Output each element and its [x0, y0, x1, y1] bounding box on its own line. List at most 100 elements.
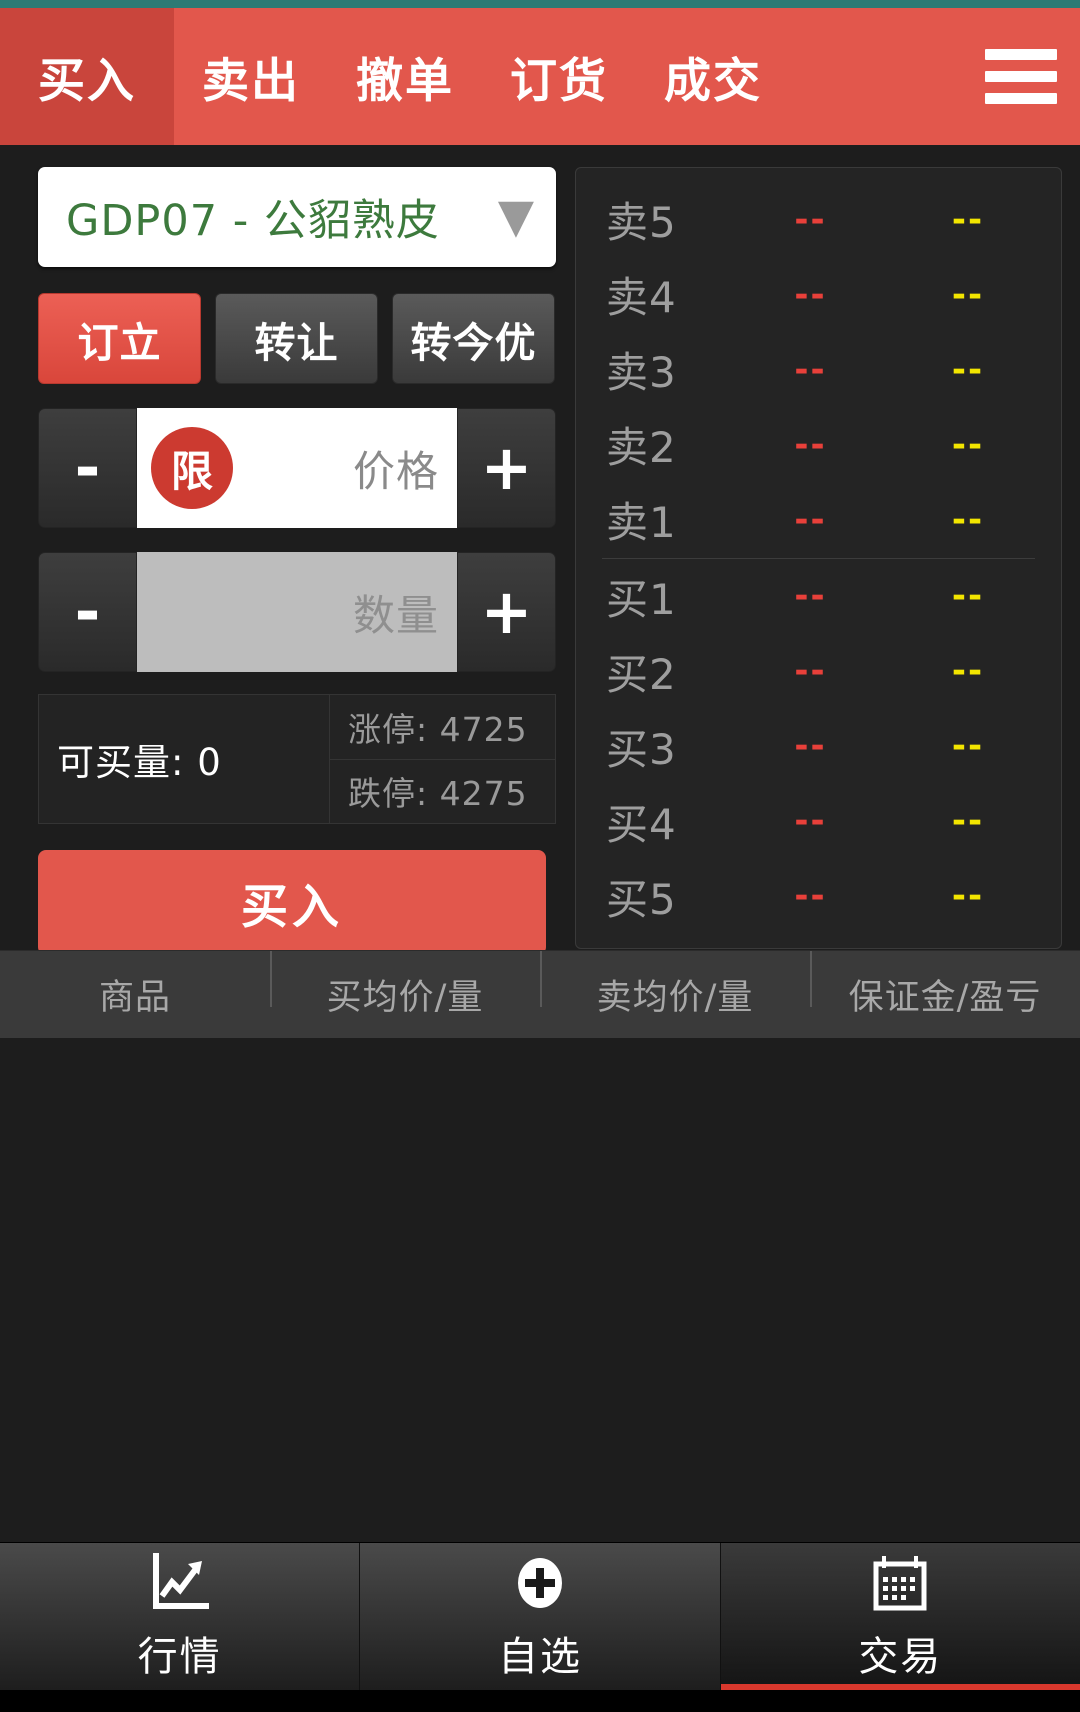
price-input[interactable]: 限 价格 — [137, 408, 457, 528]
order-book-volume: -- — [951, 424, 985, 465]
tab-trades[interactable]: 成交 — [636, 8, 790, 145]
price-limits: 涨停: 4725 跌停: 4275 — [329, 695, 555, 823]
available-quantity: 可买量: 0 — [39, 695, 329, 823]
tab-cancel-order[interactable]: 撤单 — [328, 8, 482, 145]
positions-table-body — [0, 1038, 1080, 1542]
limit-order-badge-icon: 限 — [151, 427, 233, 509]
quantity-input[interactable]: 数量 — [137, 552, 457, 672]
order-info-box: 可买量: 0 涨停: 4725 跌停: 4275 — [38, 694, 556, 824]
order-book-buy-section: 买1 -- -- 买2 -- -- 买3 -- -- 买4 -- -- 买5 -… — [576, 559, 1061, 935]
order-book-volume: -- — [951, 499, 985, 540]
bottom-nav-watchlist-label: 自选 — [497, 1633, 582, 1680]
available-quantity-label: 可买量: 0 — [57, 741, 222, 784]
order-type-zhuanrang-label: 转让 — [254, 318, 339, 367]
instrument-selector[interactable]: GDP07 - 公貂熟皮 ▼ — [38, 167, 556, 267]
tab-orders-label: 订货 — [510, 54, 608, 109]
order-book-price: -- — [794, 576, 827, 617]
order-book-volume: -- — [951, 801, 985, 842]
order-book-level-label: 卖5 — [606, 198, 677, 248]
status-strip — [0, 0, 1080, 8]
chart-line-icon — [152, 1552, 209, 1609]
column-header-margin-pnl: 保证金/盈亏 — [810, 951, 1080, 1020]
order-type-row: 订立 转让 转今优 — [38, 293, 575, 384]
price-increment-button[interactable]: + — [457, 408, 556, 528]
column-header-buy-avg-qty: 买均价/量 — [270, 951, 540, 1020]
limit-order-badge-label: 限 — [170, 446, 213, 496]
tab-buy[interactable]: 买入 — [0, 8, 174, 145]
tab-sell[interactable]: 卖出 — [174, 8, 328, 145]
order-book-level-label: 卖3 — [606, 348, 677, 398]
order-book-volume: -- — [951, 651, 985, 692]
minus-icon: - — [74, 431, 101, 505]
quantity-stepper: - 数量 + — [38, 552, 556, 672]
trade-body: GDP07 - 公貂熟皮 ▼ 订立 转让 转今优 - 限 价格 + - 数量 +… — [0, 145, 1080, 955]
plus-circle-icon — [517, 1557, 562, 1608]
price-input-placeholder: 价格 — [352, 446, 439, 496]
order-book-sell-section: 卖5 -- -- 卖4 -- -- 卖3 -- -- 卖2 -- -- 卖1 -… — [576, 182, 1061, 558]
order-type-zhuanrang-button[interactable]: 转让 — [215, 293, 378, 384]
order-book-level-label: 买4 — [606, 799, 677, 849]
tab-trades-label: 成交 — [664, 54, 762, 109]
plus-icon: + — [480, 431, 533, 505]
order-book-row[interactable]: 卖4 -- -- — [576, 257, 1061, 332]
order-book-level-label: 买3 — [606, 724, 677, 774]
quantity-increment-button[interactable]: + — [457, 552, 556, 672]
order-book-row[interactable]: 卖3 -- -- — [576, 332, 1061, 407]
quantity-input-placeholder: 数量 — [352, 590, 439, 640]
order-book-row[interactable]: 卖5 -- -- — [576, 182, 1061, 257]
order-type-dingli-label: 订立 — [77, 318, 162, 367]
order-book-level-label: 买5 — [606, 874, 677, 924]
bottom-navigation-bar: 行情 自选 交易 — [0, 1542, 1080, 1690]
column-header-sell-avg-qty: 卖均价/量 — [540, 951, 810, 1020]
order-book-price: -- — [794, 199, 827, 240]
order-book-level-label: 买2 — [606, 649, 677, 699]
hamburger-line — [985, 93, 1057, 104]
tab-sell-label: 卖出 — [202, 54, 300, 109]
order-book-volume: -- — [951, 726, 985, 767]
plus-icon: + — [480, 575, 533, 649]
order-type-dingli-button[interactable]: 订立 — [38, 293, 201, 384]
order-book-price: -- — [794, 274, 827, 315]
trading-app-screen: 买入 卖出 撤单 订货 成交 GDP07 - 公貂熟皮 ▼ 订立 转让 转今优 — [0, 0, 1080, 1712]
order-book-price: -- — [794, 424, 827, 465]
chevron-down-icon[interactable]: ▼ — [498, 193, 534, 240]
submit-buy-button[interactable]: 买入 — [38, 850, 546, 955]
order-book-volume: -- — [951, 576, 985, 617]
order-book-row[interactable]: 卖2 -- -- — [576, 407, 1061, 482]
order-type-zhuanjinyou-button[interactable]: 转今优 — [392, 293, 555, 384]
order-book-level-label: 卖4 — [606, 273, 677, 323]
tab-orders[interactable]: 订货 — [482, 8, 636, 145]
column-header-product: 商品 — [98, 978, 171, 1018]
order-book-volume: -- — [951, 199, 985, 240]
bottom-nav-market[interactable]: 行情 — [0, 1543, 360, 1690]
instrument-selector-label: GDP07 - 公貂熟皮 — [66, 196, 440, 246]
order-book-row[interactable]: 买3 -- -- — [576, 709, 1061, 784]
price-decrement-button[interactable]: - — [38, 408, 137, 528]
order-book-level-label: 卖2 — [606, 423, 677, 473]
hamburger-menu-icon[interactable] — [962, 8, 1080, 145]
order-book-row[interactable]: 买1 -- -- — [576, 559, 1061, 634]
order-book-price: -- — [794, 726, 827, 767]
order-book-row[interactable]: 买4 -- -- — [576, 784, 1061, 859]
order-type-zhuanjinyou-label: 转今优 — [410, 318, 537, 367]
price-stepper: - 限 价格 + — [38, 408, 556, 528]
order-book-row[interactable]: 卖1 -- -- — [576, 482, 1061, 557]
bottom-nav-trade[interactable]: 交易 — [719, 1543, 1080, 1690]
tab-buy-label: 买入 — [38, 54, 136, 109]
calendar-icon — [873, 1555, 927, 1610]
order-entry-panel: GDP07 - 公貂熟皮 ▼ 订立 转让 转今优 - 限 价格 + - 数量 +… — [0, 145, 575, 955]
topnav-spacer — [790, 8, 962, 145]
order-book-row[interactable]: 买5 -- -- — [576, 859, 1061, 934]
bottom-nav-market-label: 行情 — [137, 1633, 222, 1680]
order-book-volume: -- — [951, 349, 985, 390]
quantity-decrement-button[interactable]: - — [38, 552, 137, 672]
order-book-level-label: 卖1 — [606, 498, 677, 548]
order-book-price: -- — [794, 801, 827, 842]
order-book-volume: -- — [951, 274, 985, 315]
order-book-price: -- — [794, 651, 827, 692]
hamburger-line — [985, 71, 1057, 82]
submit-buy-label: 买入 — [241, 880, 343, 935]
order-book-row[interactable]: 买2 -- -- — [576, 634, 1061, 709]
order-book-level-label: 买1 — [606, 574, 677, 624]
bottom-nav-watchlist[interactable]: 自选 — [359, 1543, 720, 1690]
